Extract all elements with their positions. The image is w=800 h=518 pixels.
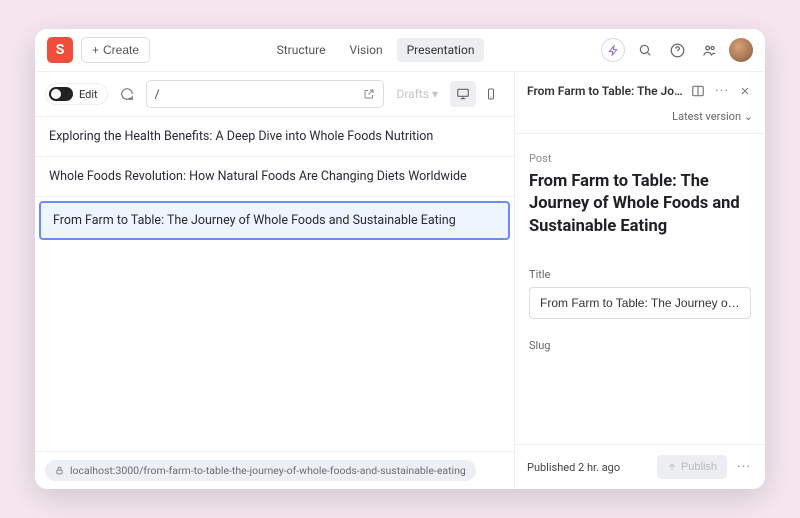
- center-tabs: Structure Vision Presentation: [158, 38, 593, 62]
- topbar: S + Create Structure Vision Presentation: [35, 29, 765, 72]
- app-window: S + Create Structure Vision Presentation: [35, 29, 765, 489]
- search-icon[interactable]: [633, 38, 657, 62]
- url-bar[interactable]: /: [146, 80, 385, 108]
- drafts-button[interactable]: Drafts ▾: [392, 87, 442, 101]
- more-icon[interactable]: ···: [713, 83, 731, 99]
- close-icon[interactable]: [737, 83, 753, 99]
- title-field-label: Title: [529, 268, 751, 281]
- edit-label: Edit: [79, 88, 98, 101]
- list-item-selected[interactable]: From Farm to Table: The Journey of Whole…: [39, 201, 510, 240]
- left-column: Edit / Drafts ▾: [35, 72, 515, 489]
- users-icon[interactable]: [697, 38, 721, 62]
- app-logo[interactable]: S: [47, 37, 73, 63]
- right-column: From Farm to Table: The Jou... ··· Lates…: [515, 72, 765, 489]
- body: Edit / Drafts ▾: [35, 72, 765, 489]
- bolt-icon[interactable]: [601, 38, 625, 62]
- left-toolbar: Edit / Drafts ▾: [35, 72, 514, 117]
- publish-button[interactable]: Publish: [657, 455, 727, 479]
- plus-icon: +: [92, 43, 99, 57]
- chevron-down-icon: ▾: [432, 87, 438, 101]
- refresh-icon[interactable]: [116, 83, 138, 105]
- help-icon[interactable]: [665, 38, 689, 62]
- post-type-label: Post: [529, 152, 751, 165]
- right-footer: Published 2 hr. ago Publish ···: [515, 444, 765, 489]
- edit-mode-pill: Edit: [45, 83, 108, 105]
- post-list: Exploring the Health Benefits: A Deep Di…: [35, 117, 514, 451]
- footer-url-pill[interactable]: localhost:3000/from-farm-to-table-the-jo…: [45, 460, 476, 481]
- open-external-icon[interactable]: [363, 88, 375, 100]
- lock-icon: [55, 466, 64, 475]
- published-time: Published 2 hr. ago: [527, 461, 649, 474]
- slug-field-label: Slug: [529, 339, 751, 352]
- tab-vision[interactable]: Vision: [339, 38, 392, 62]
- publish-more-icon[interactable]: ···: [735, 459, 753, 475]
- tab-structure[interactable]: Structure: [267, 38, 336, 62]
- topbar-right: [601, 38, 753, 62]
- version-selector[interactable]: Latest version ⌄: [515, 110, 765, 133]
- desktop-icon[interactable]: [450, 81, 476, 107]
- tab-presentation[interactable]: Presentation: [397, 38, 485, 62]
- publish-icon: [667, 462, 677, 472]
- chevron-down-icon: ⌄: [744, 110, 753, 123]
- right-header-title: From Farm to Table: The Jou...: [527, 84, 683, 98]
- right-body: Post From Farm to Table: The Journey of …: [515, 134, 765, 444]
- split-view-icon[interactable]: [689, 82, 707, 100]
- avatar[interactable]: [729, 38, 753, 62]
- mobile-icon[interactable]: [478, 81, 504, 107]
- left-footer: localhost:3000/from-farm-to-table-the-jo…: [35, 451, 514, 489]
- footer-url-text: localhost:3000/from-farm-to-table-the-jo…: [70, 464, 466, 477]
- list-item[interactable]: Whole Foods Revolution: How Natural Food…: [35, 157, 514, 197]
- list-item[interactable]: Exploring the Health Benefits: A Deep Di…: [35, 117, 514, 157]
- right-header: From Farm to Table: The Jou... ···: [515, 72, 765, 110]
- title-input[interactable]: [529, 287, 751, 319]
- url-path: /: [155, 87, 358, 101]
- create-button[interactable]: + Create: [81, 37, 150, 63]
- post-heading: From Farm to Table: The Journey of Whole…: [529, 171, 751, 238]
- edit-toggle[interactable]: [49, 87, 73, 101]
- device-switcher: [450, 81, 504, 107]
- create-label: Create: [103, 43, 139, 57]
